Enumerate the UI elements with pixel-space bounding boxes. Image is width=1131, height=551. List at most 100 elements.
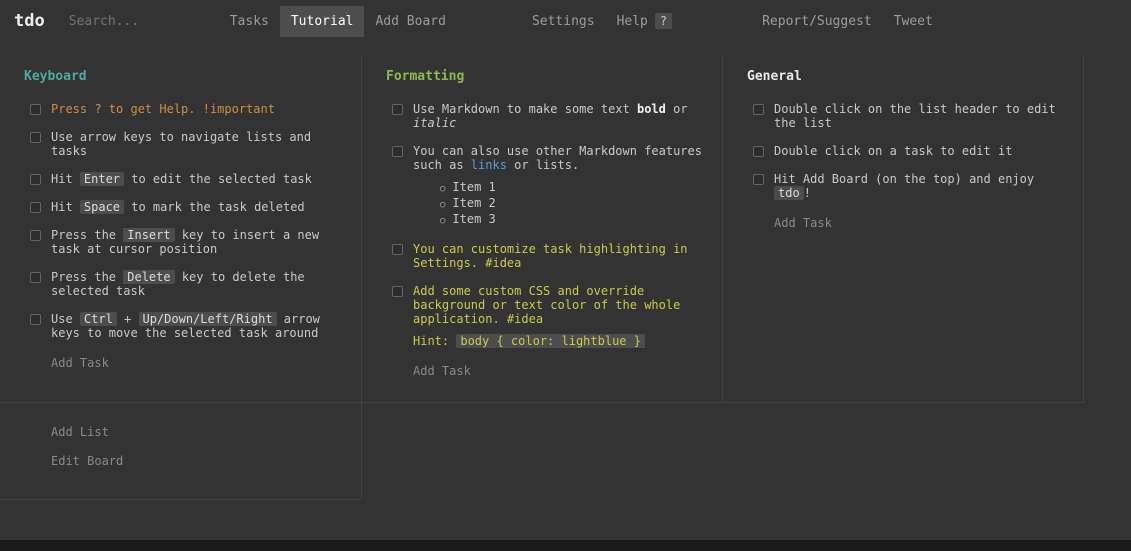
circle-bullet-icon: ○: [440, 184, 446, 194]
edit-board-link[interactable]: Edit Board: [51, 454, 337, 468]
circle-bullet-icon: ○: [440, 200, 446, 210]
text-segment: +: [116, 312, 139, 326]
task-row[interactable]: You can customize task highlighting in S…: [386, 242, 704, 270]
task-checkbox[interactable]: [392, 286, 403, 297]
task-sub-item: ○ Item 2: [440, 196, 704, 212]
task-checkbox[interactable]: [30, 314, 41, 325]
task-sub-item: ○ Item 3: [440, 212, 704, 228]
text-segment: Double click on a task to edit it: [774, 144, 1013, 158]
inline-bold: bold: [636, 102, 666, 116]
add-task-link[interactable]: Add Task: [774, 216, 1065, 230]
task-text: Hit Space to mark the task deleted: [51, 200, 305, 214]
text-segment: or: [665, 102, 688, 116]
list-formatting: Formatting Use Markdown to make some text…: [362, 55, 723, 403]
task-text: Hit Enter to edit the selected task: [51, 172, 312, 186]
nav-item-settings[interactable]: Settings: [521, 6, 606, 37]
text-segment: to edit the selected task: [124, 172, 312, 186]
task-row[interactable]: Add some custom CSS and override backgro…: [386, 284, 704, 348]
board-lists: Keyboard Press ? to get Help. !important U…: [0, 55, 1084, 500]
task-checkbox[interactable]: [753, 174, 764, 185]
task-row[interactable]: Hit Space to mark the task deleted: [24, 200, 343, 214]
task-checkbox[interactable]: [30, 104, 41, 115]
task-checkbox[interactable]: [753, 104, 764, 115]
task-row[interactable]: Press ? to get Help. !important: [24, 102, 343, 116]
task-checkbox[interactable]: [30, 272, 41, 283]
nav-item-label: Tasks: [229, 13, 269, 29]
task-row[interactable]: Hit Enter to edit the selected task: [24, 172, 343, 186]
add-task-link[interactable]: Add Task: [413, 364, 704, 378]
nav-items: Tasks Tutorial Add Board Settings Help? Repor…: [219, 5, 944, 37]
task-row[interactable]: Use Markdown to make some text bold or i…: [386, 102, 704, 130]
task-checkbox[interactable]: [30, 132, 41, 143]
board-actions: Add List Edit Board: [0, 403, 362, 500]
text-segment: Hit: [51, 200, 80, 214]
task-row[interactable]: Press the Insert key to insert a new tas…: [24, 228, 343, 256]
task-row[interactable]: Double click on the list header to edit …: [747, 102, 1065, 130]
sub-item-text: Item 1: [452, 180, 496, 194]
text-segment: Press the: [51, 270, 124, 284]
nav-item-tasks[interactable]: Tasks: [219, 6, 280, 37]
task-row[interactable]: Hit Add Board (on the top) and enjoy tdo…: [747, 172, 1065, 200]
app-logo[interactable]: tdo: [14, 11, 45, 31]
task-checkbox[interactable]: [392, 146, 403, 157]
sub-item-text: Item 2: [452, 196, 496, 210]
add-list-link[interactable]: Add List: [51, 425, 337, 439]
task-row[interactable]: Use arrow keys to navigate lists and tas…: [24, 130, 343, 158]
task-checkbox[interactable]: [392, 244, 403, 255]
task-row[interactable]: Use Ctrl + Up/Down/Left/Right arrow keys…: [24, 312, 343, 340]
search-input[interactable]: [68, 13, 209, 29]
list-keyboard: Keyboard Press ? to get Help. !important U…: [0, 55, 362, 403]
task-text-line: You can also use other Markdown features…: [413, 144, 704, 172]
task-text-line: Use Ctrl + Up/Down/Left/Right arrow keys…: [51, 312, 343, 340]
task-checkbox[interactable]: [392, 104, 403, 115]
task-text: Press the Delete key to delete the selec…: [51, 270, 343, 298]
task-checkbox[interactable]: [30, 202, 41, 213]
task-checkbox[interactable]: [30, 174, 41, 185]
list-column-formatting: Formatting Use Markdown to make some text…: [362, 55, 723, 403]
task-hint-line: Hint: body { color: lightblue }: [413, 334, 704, 348]
text-segment: Hit Add Board (on the top) and enjoy: [774, 172, 1035, 186]
circle-bullet-icon: ○: [440, 216, 446, 226]
inline-code: Up/Down/Left/Right: [138, 312, 277, 326]
nav-item-report-suggest[interactable]: Report/Suggest: [751, 6, 883, 37]
nav-item-tutorial[interactable]: Tutorial: [279, 5, 365, 37]
inline-code: Ctrl: [79, 312, 117, 326]
task-text: Double click on the list header to edit …: [774, 102, 1065, 130]
add-task-link[interactable]: Add Task: [51, 356, 343, 370]
task-row[interactable]: Double click on a task to edit it: [747, 144, 1065, 158]
text-segment: Double click on the list header to edit …: [774, 102, 1056, 130]
help-badge: ?: [654, 13, 673, 29]
task-row[interactable]: You can also use other Markdown features…: [386, 144, 704, 228]
nav-item-label: Report/Suggest: [762, 13, 872, 29]
list-title-general[interactable]: General: [747, 69, 1065, 84]
nav-item-help[interactable]: Help?: [606, 5, 684, 37]
list-title-formatting[interactable]: Formatting: [386, 69, 704, 84]
nav-item-label: Add Board: [375, 13, 446, 29]
nav-item-tweet[interactable]: Tweet: [883, 6, 944, 37]
inline-code: Insert: [123, 228, 175, 242]
inline-code: Delete: [123, 270, 175, 284]
task-text-line: Hit Space to mark the task deleted: [51, 200, 305, 214]
nav-item-label: Settings: [531, 13, 595, 29]
task-text: Press ? to get Help. !important: [51, 102, 275, 116]
sub-item-text: Item 3: [452, 212, 496, 226]
nav-item-add-board[interactable]: Add Board: [364, 6, 456, 37]
task-text-line: Use arrow keys to navigate lists and tas…: [51, 130, 343, 158]
nav-item-label: Tweet: [893, 13, 933, 29]
task-text: You can customize task highlighting in S…: [413, 242, 704, 270]
list-column-keyboard: Keyboard Press ? to get Help. !important U…: [0, 55, 362, 500]
task-checkbox[interactable]: [30, 230, 41, 241]
list-title-keyboard[interactable]: Keyboard: [24, 69, 343, 84]
text-segment: Hint:: [413, 334, 457, 348]
task-row[interactable]: Press the Delete key to delete the selec…: [24, 270, 343, 298]
task-text: Add some custom CSS and override backgro…: [413, 284, 704, 348]
task-checkbox[interactable]: [753, 146, 764, 157]
inline-code: tdo: [774, 186, 804, 200]
task-text-line: You can customize task highlighting in S…: [413, 242, 704, 270]
inline-link[interactable]: links: [471, 158, 507, 172]
task-text-line: Add some custom CSS and override backgro…: [413, 284, 704, 326]
text-segment: to mark the task deleted: [124, 200, 305, 214]
text-segment: Use: [51, 312, 80, 326]
task-sub-item: ○ Item 1: [440, 180, 704, 196]
text-segment: Use Markdown to make some text: [413, 102, 637, 116]
